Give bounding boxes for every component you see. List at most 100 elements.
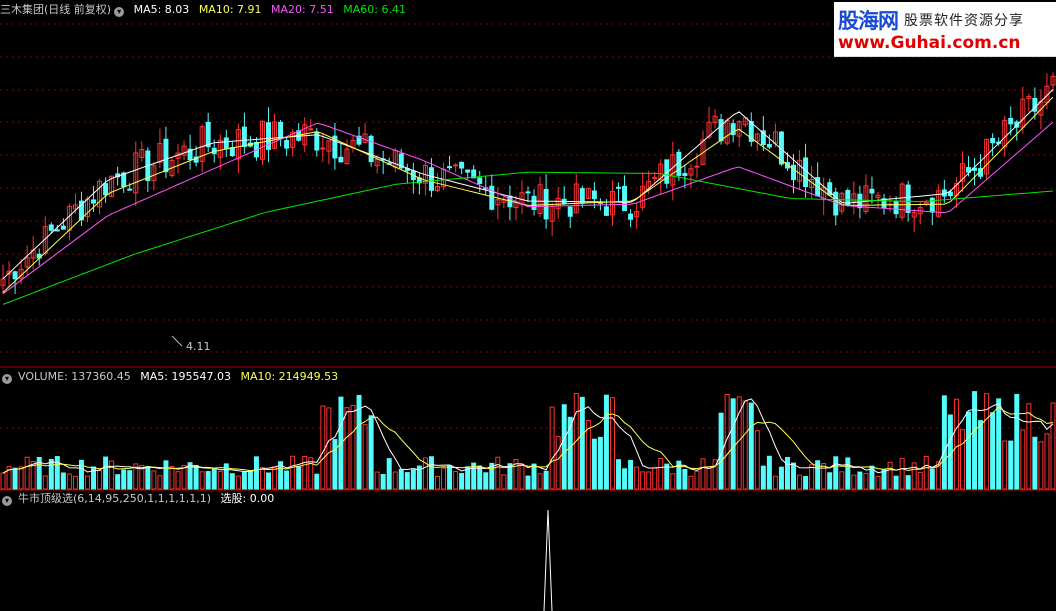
volume-bar bbox=[1032, 436, 1038, 490]
volume-bar bbox=[760, 465, 766, 490]
volume-bar bbox=[326, 407, 332, 490]
volume-bar bbox=[784, 457, 790, 490]
volume-legend: ▾ VOLUME: 137360.45 MA5: 195547.03 MA10: … bbox=[0, 369, 344, 385]
candle-body bbox=[465, 169, 471, 173]
candle-body bbox=[229, 147, 235, 157]
volume-bar bbox=[857, 471, 863, 490]
volume-bar bbox=[996, 398, 1002, 490]
volume-bar bbox=[833, 456, 839, 490]
volume-bar bbox=[772, 475, 778, 490]
watermark-url: www.Guhai.com.cn bbox=[838, 33, 1021, 53]
volume-bar bbox=[875, 475, 881, 490]
volume-bar bbox=[0, 472, 6, 490]
volume-bar bbox=[290, 455, 296, 490]
candle-body bbox=[103, 183, 109, 196]
indicator-title: 牛市顶级选(6,14,95,250,1,1,1,1,1,1) bbox=[18, 492, 212, 505]
volume-bar bbox=[688, 475, 694, 490]
volume-bar bbox=[706, 466, 712, 490]
candle-body bbox=[338, 156, 344, 163]
volume-bar bbox=[501, 474, 507, 490]
volume-bar bbox=[314, 473, 320, 490]
volume-bar bbox=[555, 436, 561, 490]
volume-bar bbox=[477, 465, 483, 490]
volume-bar bbox=[374, 471, 380, 490]
volume-bar bbox=[272, 466, 278, 490]
candle-body bbox=[905, 184, 911, 213]
volume-bar bbox=[284, 470, 290, 490]
signal-spike bbox=[543, 509, 553, 611]
volume-bar bbox=[392, 471, 398, 490]
volume-bar bbox=[1026, 403, 1032, 490]
volume-ma5-line bbox=[2, 398, 1054, 474]
dropdown-icon[interactable]: ▾ bbox=[2, 374, 12, 384]
volume-bar bbox=[917, 471, 923, 490]
volume-bar bbox=[682, 468, 688, 490]
volume-bar bbox=[591, 438, 597, 490]
volume-bar bbox=[163, 460, 169, 490]
candle-body bbox=[766, 144, 772, 148]
volume-bar bbox=[42, 475, 48, 490]
volume-bar bbox=[549, 406, 555, 490]
volume-bar bbox=[694, 470, 700, 490]
volume-bar bbox=[1020, 429, 1026, 490]
volume-title: VOLUME: 137360.45 bbox=[18, 370, 131, 383]
volume-bar bbox=[887, 461, 893, 490]
volume-bar bbox=[561, 404, 567, 490]
volume-bar bbox=[199, 471, 205, 490]
volume-bar bbox=[66, 473, 72, 490]
indicator-value: 选股: 0.00 bbox=[220, 492, 275, 505]
volume-bar bbox=[320, 405, 326, 490]
watermark-slogan: 股票软件资源分享 bbox=[904, 13, 1024, 29]
volume-bar bbox=[459, 473, 465, 490]
volume-bar bbox=[959, 429, 965, 490]
candle-body bbox=[567, 206, 573, 217]
volume-bar bbox=[766, 455, 772, 490]
dropdown-icon[interactable]: ▾ bbox=[114, 7, 125, 17]
candle-body bbox=[459, 161, 465, 169]
stock-chart[interactable]: 4.11 bbox=[0, 0, 1056, 611]
watermark-logo: 股海网 股票软件资源分享 www.Guhai.com.cn bbox=[834, 2, 1056, 57]
candle-body bbox=[48, 224, 54, 231]
candle-body bbox=[278, 121, 284, 140]
candle-body bbox=[1008, 117, 1014, 125]
volume-bar bbox=[175, 471, 181, 490]
volume-bar bbox=[543, 470, 549, 490]
candle-body bbox=[54, 229, 60, 232]
volume-bar bbox=[60, 472, 66, 490]
volume-bar bbox=[247, 470, 253, 490]
candle-body bbox=[320, 147, 326, 150]
candle-body bbox=[127, 188, 133, 191]
volume-bar bbox=[380, 474, 386, 490]
volume-bar bbox=[953, 398, 959, 490]
volume-bar bbox=[531, 463, 537, 490]
volume-bar bbox=[815, 460, 821, 490]
volume-bar bbox=[217, 470, 223, 490]
volume-bar bbox=[24, 456, 30, 490]
volume-bar bbox=[1044, 433, 1050, 490]
volume-bar bbox=[845, 457, 851, 490]
volume-bar bbox=[302, 455, 308, 490]
volume-bar bbox=[742, 400, 748, 490]
volume-bar bbox=[646, 471, 652, 490]
volume-bar bbox=[151, 470, 157, 490]
volume-bar bbox=[145, 466, 151, 490]
volume-bar bbox=[48, 458, 54, 490]
volume-bar bbox=[54, 456, 60, 490]
ma10-label: MA10: 7.91 bbox=[198, 3, 262, 16]
candle-body bbox=[622, 185, 628, 212]
volume-bar bbox=[966, 411, 971, 490]
volume-bar bbox=[809, 464, 815, 490]
candle-body bbox=[368, 135, 374, 163]
volume-bar bbox=[12, 467, 18, 490]
candle-body bbox=[447, 166, 453, 169]
dropdown-icon[interactable]: ▾ bbox=[2, 496, 12, 506]
volume-bar bbox=[821, 463, 827, 490]
volume-bar bbox=[483, 472, 489, 490]
candle-body bbox=[453, 164, 459, 167]
volume-bar bbox=[447, 464, 453, 490]
volume-bar bbox=[609, 397, 615, 490]
candle-body bbox=[91, 199, 97, 204]
volume-bar bbox=[670, 473, 676, 490]
volume-bar bbox=[368, 415, 374, 490]
volume-bar bbox=[863, 472, 869, 490]
